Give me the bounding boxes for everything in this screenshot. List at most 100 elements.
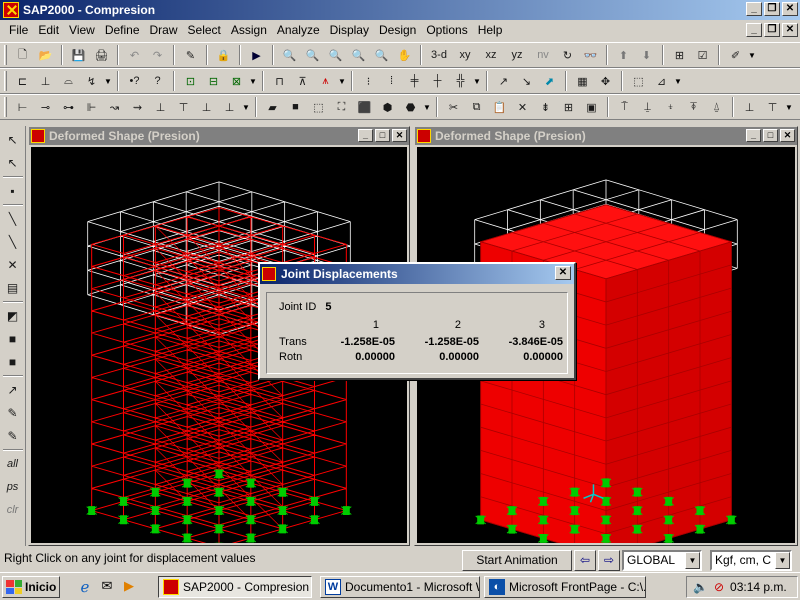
menu-edit[interactable]: Edit — [33, 23, 64, 37]
show-undeformed-icon[interactable]: •? — [124, 71, 145, 92]
menu-view[interactable]: View — [64, 23, 100, 37]
minimize-button[interactable]: _ — [746, 2, 762, 16]
view-maximize-button[interactable]: □ — [375, 129, 390, 142]
copy-icon[interactable]: ⧉ — [466, 97, 487, 118]
view-close-button[interactable]: ✕ — [780, 129, 795, 142]
view-minimize-button[interactable]: _ — [746, 129, 761, 142]
support-icon[interactable] — [277, 487, 288, 497]
menu-select[interactable]: Select — [183, 23, 226, 37]
support-icon[interactable] — [694, 524, 706, 534]
replicate-icon[interactable]: ⊿ — [651, 71, 672, 92]
shell-pressure-icon[interactable]: ⛶ — [331, 97, 352, 118]
axes-icon[interactable]: ✥ — [595, 71, 616, 92]
pan-icon[interactable]: ✋ — [394, 45, 415, 66]
checkbox-options-icon[interactable]: ☑ — [692, 45, 713, 66]
joint-loads-icon[interactable]: ⍙ — [706, 97, 727, 118]
perspective-icon[interactable]: 👓 — [580, 45, 601, 66]
quick-draw-icon[interactable]: ⩚ — [315, 71, 336, 92]
mdi-minimize-button[interactable]: _ — [746, 23, 762, 37]
support-icon[interactable] — [632, 487, 643, 497]
shell-sections-icon[interactable]: ⌓ — [58, 71, 79, 92]
load-cases-icon[interactable]: ↯ — [81, 71, 102, 92]
chevron-down-icon[interactable]: ▼ — [785, 103, 793, 112]
draw-secondary-icon[interactable]: ▤ — [3, 278, 23, 298]
draw-nllink-icon[interactable]: ✎ — [3, 426, 23, 446]
support-icon[interactable] — [309, 496, 320, 506]
frame-prestress-icon[interactable]: ⇝ — [127, 97, 148, 118]
mdi-close-button[interactable]: ✕ — [782, 23, 798, 37]
sap2000-app-icon[interactable] — [417, 129, 431, 143]
support-icon[interactable] — [245, 533, 257, 543]
chevron-down-icon[interactable]: ▼ — [423, 103, 431, 112]
menu-display[interactable]: Display — [325, 23, 374, 37]
draw-shell-quad-icon[interactable]: ◩ — [3, 306, 23, 326]
menu-options[interactable]: Options — [421, 23, 472, 37]
joint-springs-icon[interactable]: ⍖ — [660, 97, 681, 118]
support-icon[interactable] — [341, 506, 352, 516]
media-player-icon[interactable]: ▶ — [120, 578, 138, 596]
zoom-full-icon[interactable]: 🔍 — [371, 45, 392, 66]
support-icon[interactable] — [245, 515, 257, 525]
select-all-button[interactable]: all — [3, 454, 23, 474]
divide-icon[interactable]: ⊞ — [558, 97, 579, 118]
dialog-title-bar[interactable]: Joint Displacements ✕ — [260, 264, 574, 284]
sap2000-app-icon[interactable] — [3, 2, 19, 18]
window-title-bar[interactable]: SAP2000 - Compresion _ ❐ ✕ — [0, 0, 800, 20]
menu-help[interactable]: Help — [473, 23, 508, 37]
joint-constraint-icon[interactable]: ╪ — [404, 71, 425, 92]
chevron-down-icon[interactable]: ▼ — [249, 77, 257, 86]
move-icon[interactable]: ⇟ — [535, 97, 556, 118]
support-icon[interactable] — [694, 506, 706, 516]
chevron-down-icon[interactable]: ▼ — [748, 51, 756, 60]
chevron-down-icon[interactable]: ▼ — [338, 77, 346, 86]
support-icon[interactable] — [181, 496, 193, 506]
draw-joint-icon[interactable]: ▪ — [3, 181, 23, 201]
internet-explorer-icon[interactable]: ℯ — [76, 578, 94, 596]
frame-output-icon[interactable]: ⊩ — [81, 97, 102, 118]
support-icon[interactable] — [277, 506, 288, 516]
menu-file[interactable]: File — [4, 23, 33, 37]
print-icon[interactable]: 🖨 — [91, 45, 112, 66]
task-frontpage[interactable]: ◐ Microsoft FrontPage - C:\... — [484, 576, 646, 598]
menu-draw[interactable]: Draw — [145, 23, 183, 37]
task-word[interactable]: W Documento1 - Microsoft W... — [320, 576, 480, 598]
support-icon[interactable] — [600, 533, 612, 543]
toolbar-grip[interactable] — [4, 97, 7, 117]
support-icon[interactable] — [245, 478, 257, 488]
outlook-express-icon[interactable]: ✉ — [98, 578, 116, 596]
view-yz-button[interactable]: yz — [505, 45, 529, 66]
support-icon[interactable] — [118, 515, 129, 525]
refresh-pencil-icon[interactable]: ✎ — [180, 45, 201, 66]
support-icon[interactable] — [600, 515, 612, 525]
chevron-down-icon[interactable]: ▼ — [775, 552, 790, 569]
joint-masses-icon[interactable]: ⍕ — [683, 97, 704, 118]
joint-mass-icon[interactable]: ┼ — [427, 71, 448, 92]
mdi-restore-button[interactable]: ❐ — [764, 23, 780, 37]
shell-section-icon[interactable]: ▰ — [262, 97, 283, 118]
start-animation-button[interactable]: Start Animation — [462, 550, 572, 571]
grid-icon[interactable]: ▦ — [572, 71, 593, 92]
menu-analyze[interactable]: Analyze — [272, 23, 325, 37]
joint-spring-icon[interactable]: ⁞ — [381, 71, 402, 92]
menu-define[interactable]: Define — [100, 23, 145, 37]
snap-intersection-icon[interactable]: ⬈ — [539, 71, 560, 92]
reshape-icon[interactable]: ↖ — [3, 153, 23, 173]
support-icon[interactable] — [245, 496, 257, 506]
chevron-down-icon[interactable]: ▼ — [104, 77, 112, 86]
support-icon[interactable] — [150, 487, 161, 497]
task-sap2000[interactable]: SAP2000 - Compresion — [158, 576, 312, 598]
menu-assign[interactable]: Assign — [226, 23, 272, 37]
shell-gravity-icon[interactable]: ⬣ — [400, 97, 421, 118]
view-title-bar-left[interactable]: Deformed Shape (Presion) _ □ ✕ — [29, 127, 409, 145]
draw-shell-rect-icon[interactable]: ■ — [3, 329, 23, 349]
next-arrow-icon[interactable]: ⇨ — [598, 550, 620, 571]
support-icon[interactable] — [150, 524, 161, 534]
lock-icon[interactable]: 🔒 — [213, 45, 234, 66]
open-folder-icon[interactable]: 📂 — [35, 45, 56, 66]
materials-icon[interactable]: ⊏ — [12, 71, 33, 92]
support-icon[interactable] — [277, 524, 288, 534]
draw-section-cut-icon[interactable]: ↗ — [3, 380, 23, 400]
support-icon[interactable] — [309, 515, 320, 525]
zoom-window-icon[interactable]: 🔍 — [279, 45, 300, 66]
move-down-icon[interactable]: ⬇ — [636, 45, 657, 66]
